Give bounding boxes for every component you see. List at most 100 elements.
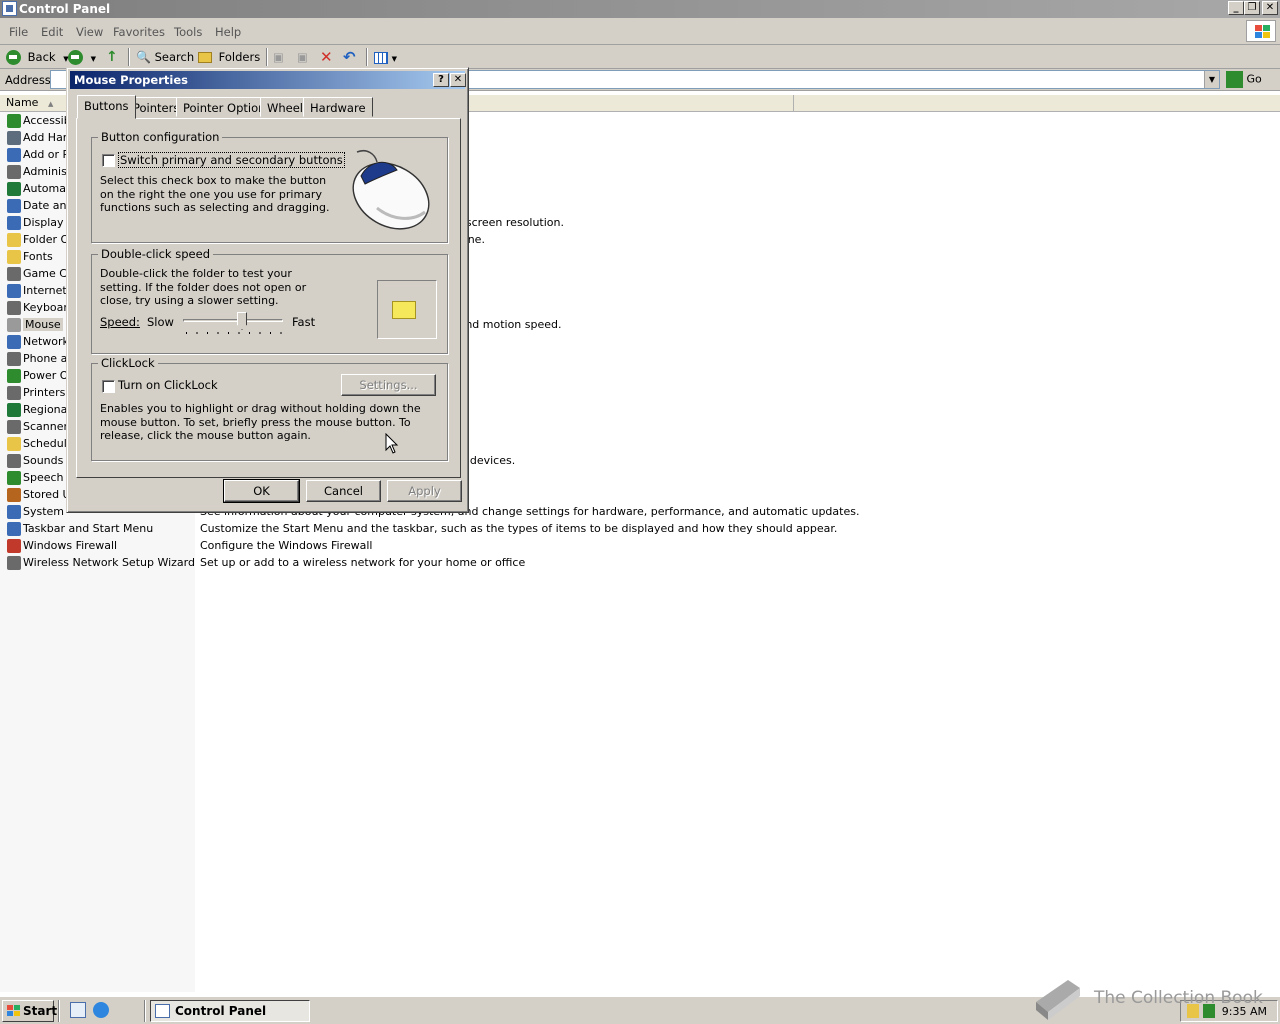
search-button[interactable]: 🔍 Search [136,48,194,66]
list-item-icon [7,131,21,145]
minimize-button[interactable]: _ [1228,1,1244,15]
tab-buttons[interactable]: Buttons [77,95,136,119]
show-desktop-icon[interactable] [70,1002,86,1018]
taskbar-separator [144,1000,146,1022]
list-item-icon [7,403,21,417]
speed-label: Speed: [100,315,140,329]
test-folder-icon[interactable] [392,301,416,319]
mouse-properties-dialog: Mouse Properties ? ✕ Buttons Pointers Po… [66,67,469,513]
list-item-icon [7,165,21,179]
delete-icon[interactable]: ✕ [320,48,333,66]
move-to-icon[interactable]: ▣ [273,48,284,66]
toolbar-separator [128,48,130,66]
menu-help[interactable]: Help [215,25,241,39]
go-label: Go [1246,72,1262,86]
address-label: Address [5,73,51,87]
clicklock-description: Enables you to highlight or drag without… [100,402,421,442]
list-item-name: Windows Firewall [23,539,118,552]
list-item[interactable]: Taskbar and Start Menu Customize the Star… [0,521,1000,538]
apply-button[interactable]: Apply [387,480,462,502]
go-button[interactable]: Go [1226,71,1262,88]
undo-icon[interactable]: ↶ [343,48,356,66]
toolbar-separator [366,48,368,66]
list-item-name: Mouse [23,318,63,331]
window-title-bar: Control Panel _ ❐ ✕ [0,0,1280,18]
menu-favorites[interactable]: Favorites [113,25,165,39]
double-click-speed-group: Double-click speed Double-click the fold… [91,247,448,354]
list-item-name: Add or R [23,148,71,161]
double-click-speed-legend: Double-click speed [98,247,213,261]
go-arrow-icon [1226,71,1243,88]
list-item-name: Display [23,216,64,229]
list-item[interactable]: Windows Firewall Configure the Windows Fi… [0,538,1000,555]
list-item[interactable]: Wireless Network Setup Wizard Set up or a… [0,555,1000,572]
list-item-name: Stored U [23,488,71,501]
menu-edit[interactable]: Edit [41,25,63,39]
double-click-speed-slider[interactable] [183,310,283,338]
back-button[interactable]: Back ▼ [6,48,69,66]
list-item-name: Taskbar and Start Menu [23,522,154,535]
back-arrow-icon [6,50,21,65]
control-panel-task-icon [155,1004,170,1018]
forward-dropdown-icon[interactable]: ▼ [91,55,96,63]
toolbar-separator [266,48,268,66]
switch-buttons-label[interactable]: Switch primary and secondary buttons [118,152,345,168]
list-item-icon [7,556,21,570]
switch-buttons-checkbox[interactable] [102,154,115,167]
button-configuration-group: Button configuration Switch primary and … [91,130,448,243]
menu-file[interactable]: File [9,25,28,39]
restore-button[interactable]: ❐ [1244,1,1260,15]
list-item-name: Wireless Network Setup Wizard [23,556,195,569]
list-item-icon [7,114,21,128]
list-item-icon [7,301,21,315]
clicklock-legend: ClickLock [98,356,158,370]
list-item-icon [7,318,21,332]
back-label: Back [27,50,56,64]
help-button[interactable]: ? [433,73,449,87]
list-item-icon [7,369,21,383]
list-item-icon [7,267,21,281]
list-item-name: System [23,505,65,518]
watermark: The Collection Book [1030,978,1270,1020]
list-item-icon [7,199,21,213]
dialog-title-bar: Mouse Properties ? ✕ [70,71,466,89]
start-button[interactable]: Start [2,1000,57,1022]
search-label: Search [154,50,195,64]
list-item-icon [7,539,21,553]
slider-thumb[interactable] [237,312,247,330]
list-item-icon [7,488,21,502]
cancel-button[interactable]: Cancel [306,480,381,502]
list-item-icon [7,182,21,196]
ok-button[interactable]: OK [223,479,300,503]
address-dropdown-icon[interactable]: ▼ [1204,71,1219,88]
list-item-description: Set up or add to a wireless network for … [200,556,526,569]
tab-hardware[interactable]: Hardware [303,97,373,117]
list-item-icon [7,284,21,298]
sort-ascending-icon: ▲ [47,100,54,108]
taskbar-item-control-panel[interactable]: Control Panel [150,1000,310,1022]
clicklock-settings-button[interactable]: Settings... [341,374,436,396]
folders-button[interactable]: Folders [198,48,260,66]
list-item-icon [7,250,21,264]
windows-logo-icon [1246,20,1276,42]
clicklock-label[interactable]: Turn on ClickLock [118,378,218,392]
views-button[interactable]: ▼ [374,48,397,66]
menu-view[interactable]: View [76,25,103,39]
close-button[interactable]: ✕ [1262,1,1278,15]
forward-button[interactable]: ▼ [68,48,96,66]
taskbar-item-label: Control Panel [175,1004,267,1018]
test-folder-area[interactable] [377,280,437,339]
copy-to-icon[interactable]: ▣ [297,48,308,66]
double-click-description: Double-click the folder to test your set… [100,267,307,307]
forward-arrow-icon [68,50,83,65]
dialog-close-button[interactable]: ✕ [450,73,466,87]
internet-explorer-icon[interactable] [93,1002,109,1018]
window-title: Control Panel [19,2,111,16]
list-item-name: Fonts [23,250,53,263]
list-item-icon [7,420,21,434]
menu-tools[interactable]: Tools [174,25,202,39]
slider-ticks [186,332,282,334]
clicklock-checkbox[interactable] [102,380,115,393]
up-arrow-icon: ↑ [106,49,118,65]
up-folder-button[interactable]: ↑ [106,48,122,66]
